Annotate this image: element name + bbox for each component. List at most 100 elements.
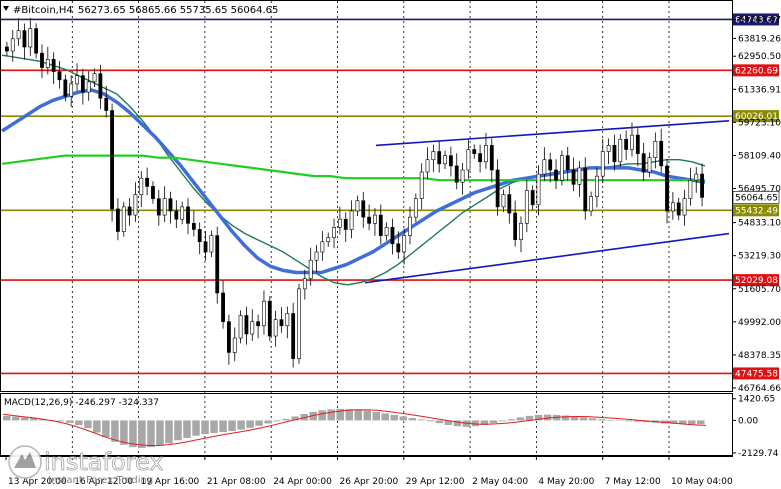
macd-hist-bar — [408, 417, 417, 421]
candle-body — [606, 145, 611, 152]
candle-body — [472, 149, 477, 154]
macd-hist-bar — [615, 420, 624, 421]
macd-hist-bar — [588, 418, 597, 421]
candle-body — [86, 81, 91, 93]
candle-body — [34, 28, 39, 54]
candle-body — [151, 186, 155, 199]
macd-hist-bar — [192, 420, 200, 436]
candle-body — [513, 212, 518, 240]
macd-hist-bar — [3, 415, 11, 421]
macd-hist-bar — [390, 414, 399, 421]
candle-body — [495, 169, 500, 208]
macd-hist-bar — [12, 416, 20, 421]
level-tag-label: 47475.58 — [735, 369, 778, 379]
y-tick-label: 62950.50 — [738, 52, 781, 62]
candle-body — [443, 155, 447, 165]
x-tick-label: 21 Apr 08:00 — [207, 477, 266, 487]
candle-body — [256, 321, 261, 327]
candle-body — [127, 206, 132, 216]
symbol-label: #Bitcoin,H4 — [13, 5, 73, 16]
candle-body — [104, 97, 109, 111]
candle-body — [191, 222, 196, 230]
macd-hist-bar — [597, 419, 606, 421]
macd-hist-bar — [624, 420, 633, 422]
candle-body — [40, 52, 44, 68]
candle-body — [215, 235, 220, 294]
candle-body — [425, 159, 430, 173]
x-tick-label: 29 Apr 12:00 — [406, 477, 465, 487]
x-tick-label: 7 May 12:00 — [605, 477, 661, 487]
macd-y-tick-label: -2129.74 — [738, 449, 779, 459]
y-tick-label: 61336.91 — [738, 85, 781, 95]
y-tick-label: 63819.26 — [738, 34, 781, 44]
candle-body — [174, 210, 179, 220]
candle-body — [121, 206, 126, 232]
y-tick-label: 54833.10 — [738, 219, 781, 229]
macd-hist-bar — [498, 420, 507, 422]
candle-body — [92, 73, 97, 83]
candle-body — [402, 235, 407, 253]
candle-body — [302, 278, 307, 290]
candle-body — [232, 337, 237, 353]
candle-body — [530, 190, 535, 206]
macd-hist-bar — [516, 417, 525, 421]
tagline-text: Instant Forex Trading — [48, 475, 153, 486]
candle-body — [548, 159, 553, 171]
candle-body — [244, 315, 249, 335]
y-tick-label: 49992.00 — [738, 318, 781, 328]
candle-body — [291, 313, 296, 359]
macd-hist-bar — [327, 409, 335, 421]
y-tick-label: 48378.35 — [738, 351, 781, 361]
macd-hist-bar — [696, 420, 705, 425]
x-tick-label: 26 Apr 20:00 — [340, 477, 399, 487]
candle-body — [542, 159, 547, 175]
y-tick-label: 59723.10 — [738, 118, 781, 128]
brand-text: instaforex — [44, 448, 164, 476]
candle-body — [221, 292, 225, 322]
candle-body — [314, 251, 319, 261]
candle-body — [378, 214, 383, 236]
macd-hist-bar — [264, 420, 272, 424]
candle-body — [618, 138, 623, 163]
candle-body — [156, 198, 161, 216]
candle-body — [145, 177, 150, 187]
macd-y-tick-label: 0.00 — [738, 416, 758, 426]
macd-hist-bar — [687, 420, 696, 425]
candle-body — [700, 173, 704, 198]
price-chart: 64743.6762260.6960026.0155432.4952029.08… — [0, 0, 781, 487]
candle-body — [565, 155, 570, 171]
macd-hist-bar — [372, 411, 381, 421]
candle-body — [285, 313, 290, 327]
macd-hist-bar — [111, 420, 119, 442]
candle-body — [273, 319, 278, 337]
candle-body — [349, 210, 354, 230]
candle-body — [431, 151, 436, 161]
x-tick-label: 10 May 04:00 — [671, 477, 733, 487]
macd-hist-bar — [282, 418, 290, 421]
macd-hist-bar — [354, 409, 363, 421]
macd-hist-bar — [102, 420, 110, 438]
candle-body — [484, 145, 488, 163]
candle-body — [647, 157, 652, 173]
macd-hist-bar — [507, 419, 516, 421]
macd-hist-bar — [579, 417, 588, 421]
candle-body — [367, 216, 372, 224]
candle-body — [110, 110, 114, 210]
candle-body — [186, 206, 190, 224]
candle-body — [238, 315, 243, 339]
candle-body — [45, 58, 50, 68]
y-tick-label: 58109.40 — [738, 151, 781, 161]
macd-hist-bar — [156, 420, 164, 446]
macd-hist-bar — [183, 420, 191, 438]
macd-hist-bar — [237, 420, 245, 430]
candle-body — [571, 169, 576, 185]
macd-hist-bar — [138, 420, 146, 448]
macd-hist-bar — [246, 420, 254, 428]
macd-hist-bar — [417, 419, 426, 421]
candle-body — [98, 73, 103, 99]
macd-hist-bar — [210, 420, 218, 433]
ohlc-readout: 56273.65 56865.66 55735.65 56064.65 — [78, 5, 278, 16]
candle-body — [507, 194, 512, 214]
candle-body — [589, 196, 593, 212]
candle-body — [595, 175, 599, 197]
